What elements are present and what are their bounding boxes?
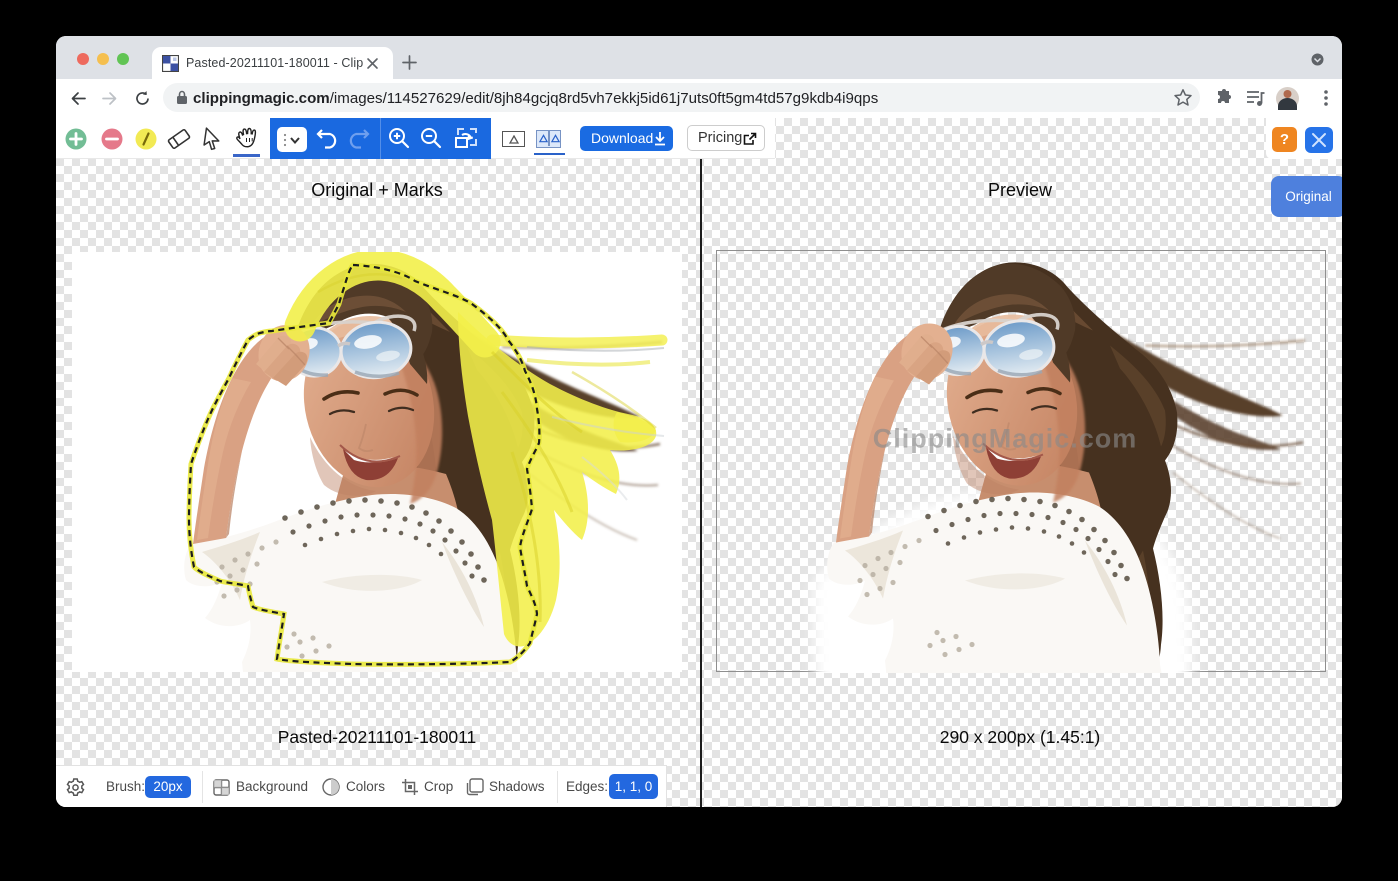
svg-text:ClippingMagic.com: ClippingMagic.com (873, 424, 1138, 454)
